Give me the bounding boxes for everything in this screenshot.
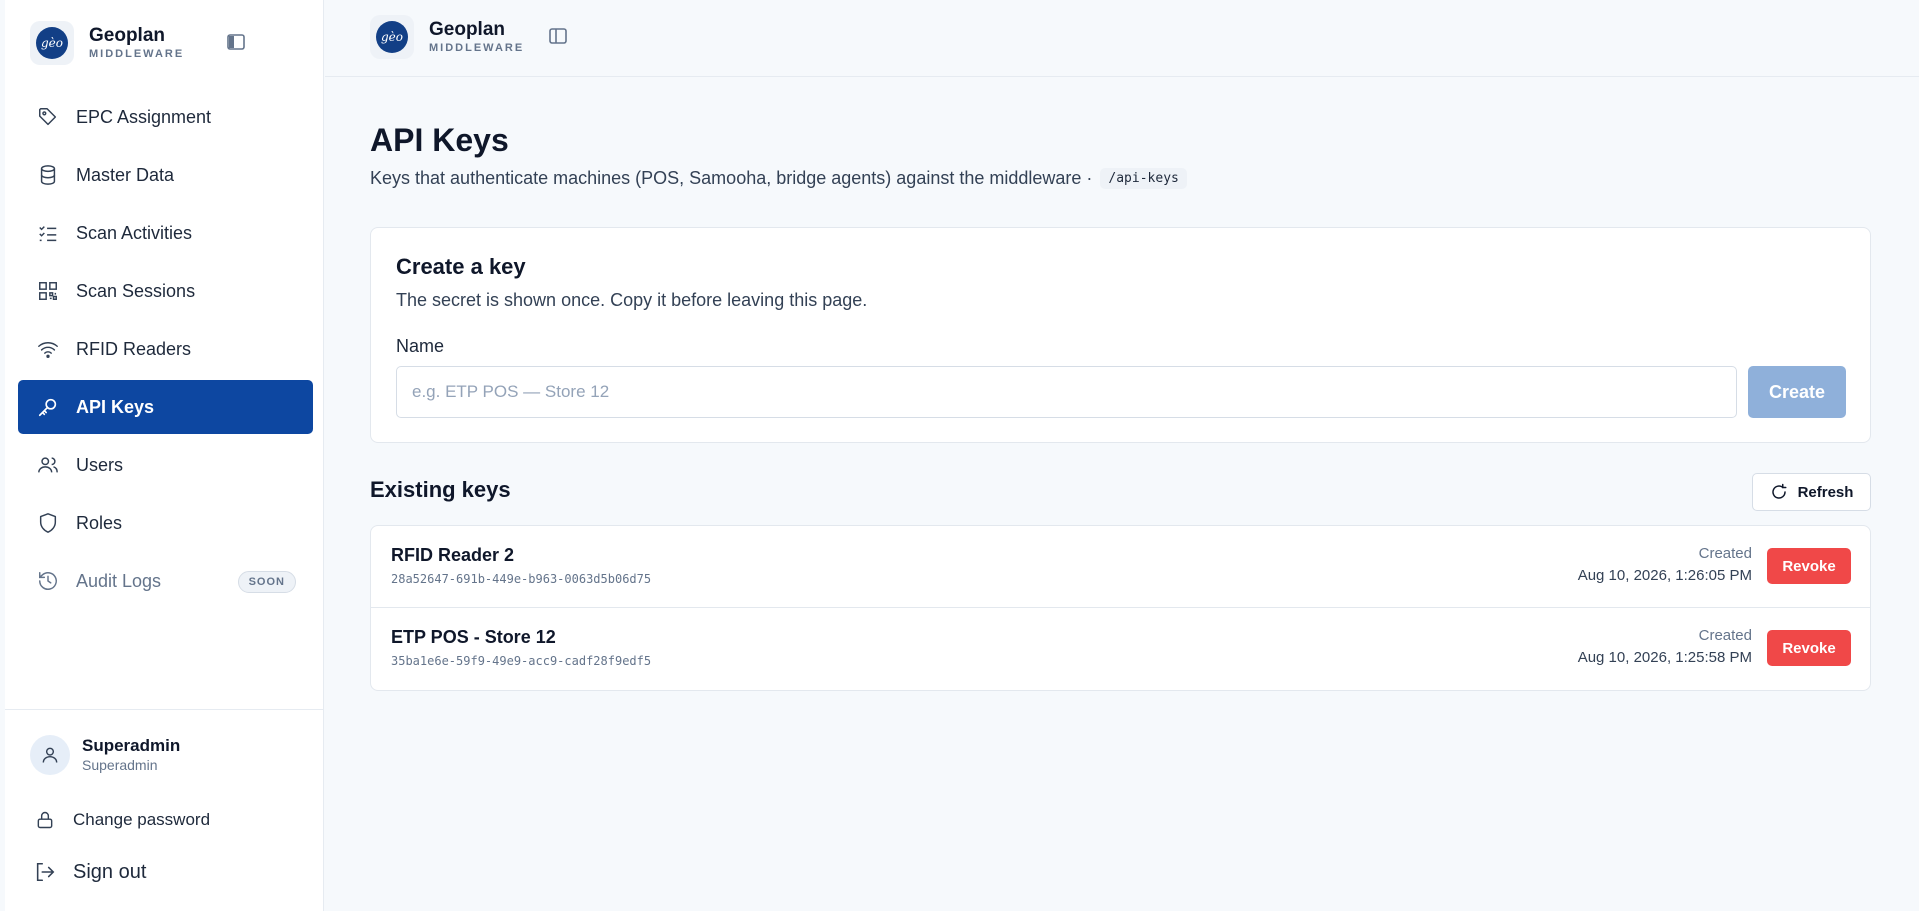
user-name: Superadmin (82, 736, 181, 755)
brand[interactable]: gèo Geoplan MIDDLEWARE (30, 21, 184, 65)
sidebar-item-label: Scan Activities (76, 222, 193, 243)
existing-keys-title: Existing keys (370, 477, 511, 502)
refresh-label: Refresh (1797, 483, 1854, 501)
sidebar: gèo Geoplan MIDDLEWARE EPC Assignment Ma… (5, 0, 324, 911)
topbar-brand[interactable]: gèo Geoplan MIDDLEWARE (370, 15, 524, 59)
sidebar-item-label: Roles (76, 512, 123, 533)
sidebar-item-audit-logs[interactable]: Audit Logs SOON (18, 554, 313, 608)
sidebar-item-label: EPC Assignment (76, 106, 212, 127)
sidebar-item-api-keys[interactable]: API Keys (18, 380, 313, 434)
sidebar-item-label: Audit Logs (76, 570, 162, 591)
sidebar-item-roles[interactable]: Roles (18, 496, 313, 550)
logo-mark: gèo (376, 21, 408, 53)
log-out-icon (33, 860, 57, 884)
sidebar-item-scan-activities[interactable]: Scan Activities (18, 206, 313, 260)
key-icon (36, 395, 60, 419)
list-item: RFID Reader 2 28a52647-691b-449e-b963-00… (371, 526, 1870, 608)
key-name: RFID Reader 2 (391, 545, 515, 565)
refresh-button[interactable]: Refresh (1752, 473, 1871, 511)
page-description-text: Keys that authenticate machines (POS, Sa… (370, 168, 1093, 188)
sidebar-item-label: API Keys (76, 396, 155, 417)
change-password-link[interactable]: Change password (33, 808, 210, 832)
sign-out-link[interactable]: Sign out (33, 860, 146, 884)
brand-logo: gèo (370, 15, 414, 59)
sidebar-nav: EPC Assignment Master Data Scan Activiti… (18, 90, 313, 612)
brand-logo: gèo (30, 21, 74, 65)
created-label: Created (1698, 545, 1752, 562)
sidebar-item-scan-sessions[interactable]: Scan Sessions (18, 264, 313, 318)
shield-icon (36, 511, 60, 535)
created-date: Aug 10, 2026, 1:26:05 PM (1577, 567, 1752, 584)
keys-list: RFID Reader 2 28a52647-691b-449e-b963-00… (370, 525, 1871, 691)
list-item: ETP POS - Store 12 35ba1e6e-59f9-49e9-ac… (371, 608, 1870, 690)
sidebar-item-label: RFID Readers (76, 338, 192, 359)
key-id: 28a52647-691b-449e-b963-0063d5b06d75 (391, 572, 652, 586)
refresh-icon (1770, 483, 1788, 501)
sidebar-footer: Superadmin Superadmin Change password Si… (5, 709, 324, 911)
user-profile[interactable]: Superadmin Superadmin (30, 735, 180, 775)
sign-out-label: Sign out (73, 860, 147, 883)
create-button[interactable]: Create (1748, 366, 1846, 418)
soon-badge: SOON (237, 571, 296, 593)
name-field-label: Name (396, 336, 445, 356)
sidebar-item-epc-assignment[interactable]: EPC Assignment (18, 90, 313, 144)
revoke-button[interactable]: Revoke (1767, 630, 1851, 666)
key-name-input[interactable] (396, 366, 1737, 418)
create-key-card: Create a key The secret is shown once. C… (370, 227, 1871, 443)
wifi-icon (36, 337, 60, 361)
sidebar-collapse-button[interactable] (224, 30, 248, 54)
sidebar-toggle-button[interactable] (546, 24, 570, 48)
avatar (30, 735, 70, 775)
logo-mark: gèo (36, 27, 68, 59)
list-check-icon (36, 221, 60, 245)
page-description: Keys that authenticate machines (POS, Sa… (370, 168, 1871, 189)
page-title: API Keys (370, 122, 509, 158)
revoke-button[interactable]: Revoke (1767, 548, 1851, 584)
panel-left-icon (227, 34, 245, 50)
brand-name: Geoplan (89, 25, 166, 46)
top-bar: gèo Geoplan MIDDLEWARE (325, 0, 1919, 77)
sidebar-item-rfid-readers[interactable]: RFID Readers (18, 322, 313, 376)
user-role: Superadmin (82, 757, 158, 773)
sidebar-item-label: Master Data (76, 164, 175, 185)
key-id: 35ba1e6e-59f9-49e9-acc9-cadf28f9edf5 (391, 654, 652, 668)
sidebar-item-users[interactable]: Users (18, 438, 313, 492)
created-date: Aug 10, 2026, 1:25:58 PM (1577, 649, 1752, 666)
user-icon (42, 747, 58, 763)
sidebar-item-label: Users (76, 454, 124, 475)
create-key-subtitle: The secret is shown once. Copy it before… (396, 290, 868, 310)
sidebar-item-master-data[interactable]: Master Data (18, 148, 313, 202)
lock-icon (33, 808, 57, 832)
brand-subtitle: MIDDLEWARE (89, 48, 185, 60)
panel-left-icon (549, 28, 567, 44)
created-label: Created (1698, 627, 1752, 644)
history-icon (36, 569, 60, 593)
create-key-title: Create a key (396, 254, 526, 279)
change-password-label: Change password (73, 810, 211, 829)
brand-name: Geoplan (429, 19, 506, 40)
qr-code-icon (36, 279, 60, 303)
database-icon (36, 163, 60, 187)
users-icon (36, 453, 60, 477)
brand-subtitle: MIDDLEWARE (429, 42, 525, 54)
sidebar-item-label: Scan Sessions (76, 280, 196, 301)
main-content: API Keys Keys that authenticate machines… (370, 120, 1871, 691)
key-name: ETP POS - Store 12 (391, 627, 556, 647)
tag-icon (36, 105, 60, 129)
endpoint-pill: /api-keys (1100, 168, 1187, 189)
